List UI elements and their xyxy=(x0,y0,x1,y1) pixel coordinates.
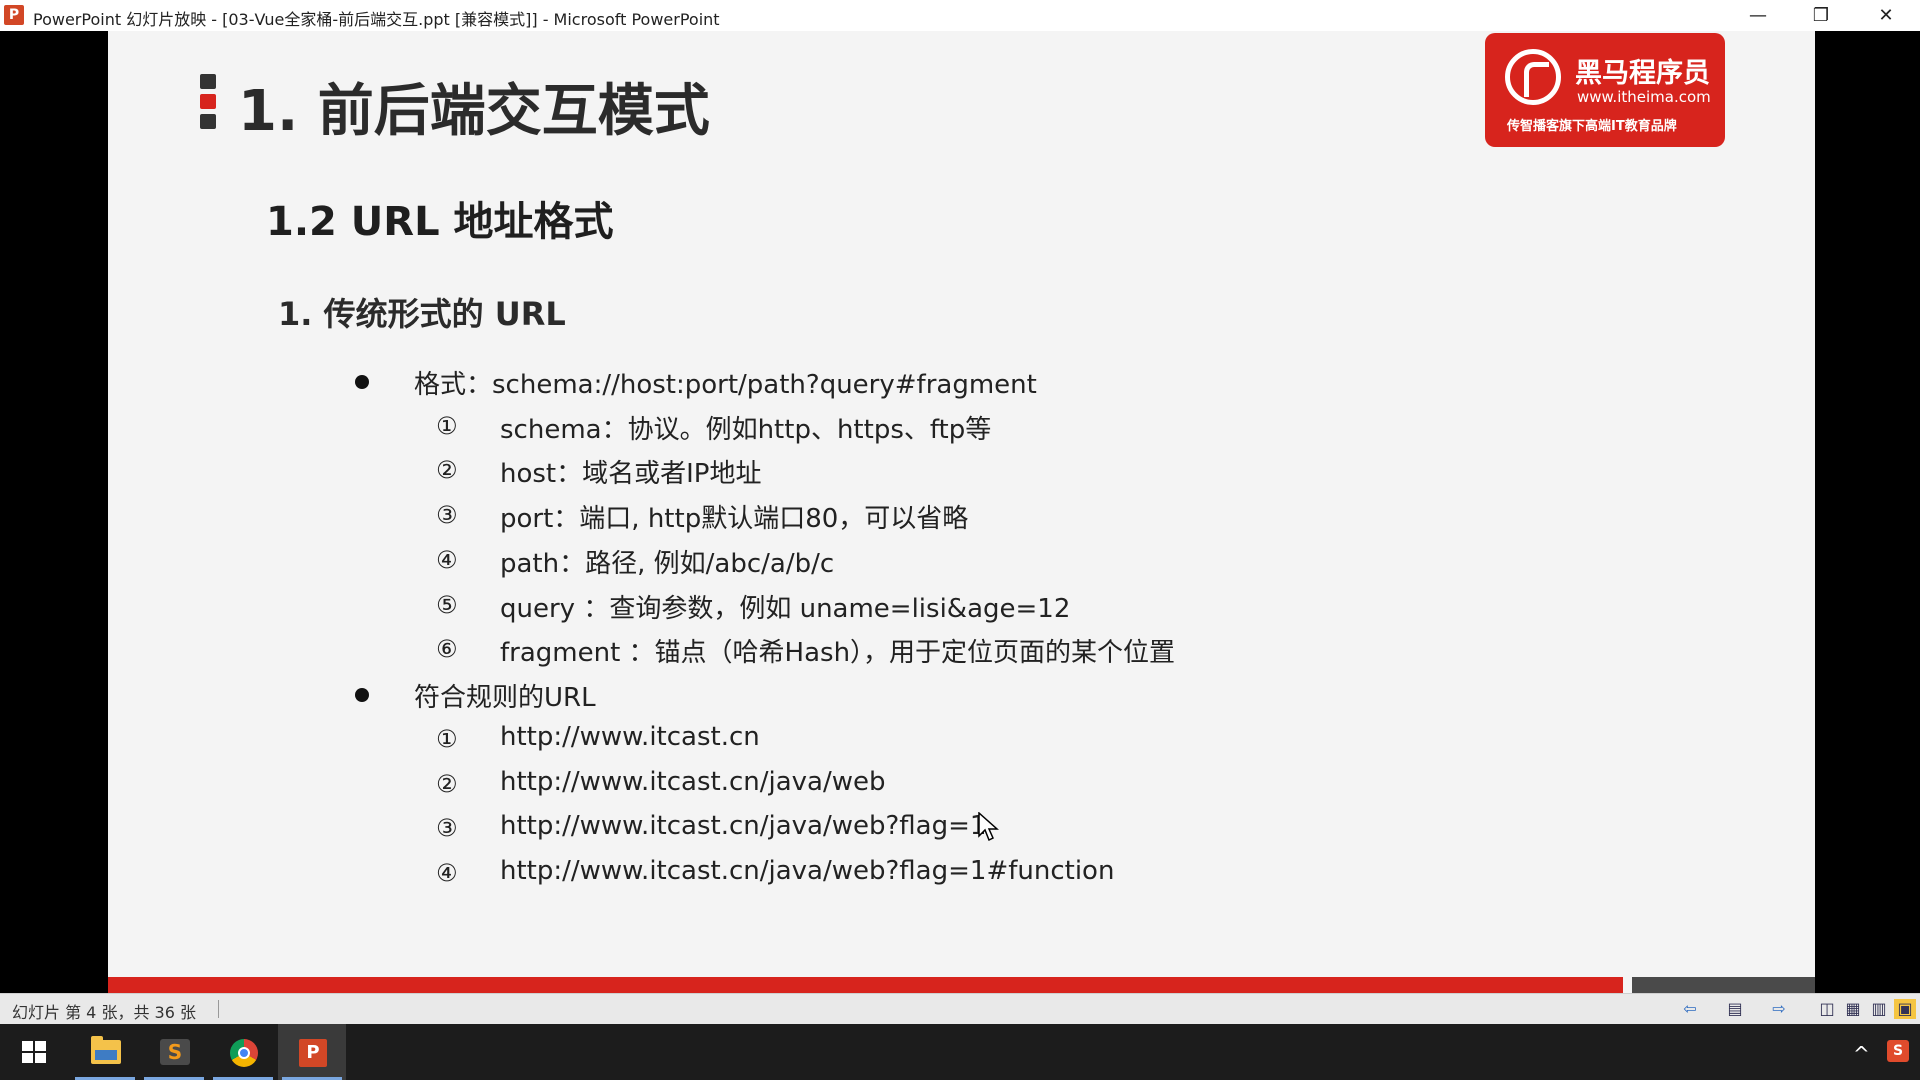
list-item: http://www.itcast.cn/java/web xyxy=(500,767,886,797)
window-title: PowerPoint 幻灯片放映 - [03-Vue全家桶-前后端交互.ppt … xyxy=(33,10,720,29)
slideshow-letterbox-right xyxy=(1815,31,1920,993)
title-bar: P PowerPoint 幻灯片放映 - [03-Vue全家桶-前后端交互.pp… xyxy=(0,0,1920,31)
bullet-dot-icon xyxy=(355,688,369,702)
list-item: port：端口, http默认端口80，可以省略 xyxy=(500,504,969,534)
taskbar-chrome[interactable] xyxy=(209,1024,277,1080)
status-divider xyxy=(218,1000,219,1018)
status-bar: 幻灯片 第 4 张，共 36 张 ⇦ ▤ ⇨ ◫ ▦ ▥ ▣ xyxy=(0,993,1920,1024)
tray-sogou-icon[interactable]: S xyxy=(1887,1040,1909,1062)
list-item: path：路径, 例如/abc/a/b/c xyxy=(500,549,835,579)
file-explorer-icon xyxy=(91,1036,121,1064)
slide[interactable]: 1. 前后端交互模式 黑马程序员 www.itheima.com 传智播客旗下高… xyxy=(108,31,1815,993)
powerpoint-app-icon[interactable]: P xyxy=(4,5,24,25)
normal-view-icon[interactable]: ◫ xyxy=(1816,999,1838,1019)
bullet-valid-urls: 符合规则的URL xyxy=(414,683,596,713)
sublime-text-icon: S xyxy=(160,1039,190,1065)
list-number: ⑥ xyxy=(436,635,458,663)
slide-counter: 幻灯片 第 4 张，共 36 张 xyxy=(12,1003,196,1022)
section-heading: 1. 传统形式的 URL xyxy=(278,295,566,333)
list-item: query ：查询参数，例如 uname=lisi&age=12 xyxy=(500,594,1071,624)
forward-arrow-icon[interactable]: ⇨ xyxy=(1768,999,1790,1019)
itheima-logo: 黑马程序员 www.itheima.com 传智播客旗下高端IT教育品牌 xyxy=(1485,33,1725,147)
minimize-button[interactable]: — xyxy=(1727,0,1789,31)
list-item: host：域名或者IP地址 xyxy=(500,459,762,489)
footer-gray-band xyxy=(1632,977,1815,993)
logo-brand: 黑马程序员 xyxy=(1575,58,1710,89)
slide-sorter-icon[interactable]: ▦ xyxy=(1842,999,1864,1019)
restore-button[interactable]: ❐ xyxy=(1790,0,1852,31)
list-number: ④ xyxy=(436,546,458,574)
list-item: http://www.itcast.cn xyxy=(500,722,760,752)
slide-title: 1. 前后端交互模式 xyxy=(238,79,710,144)
taskbar-powerpoint[interactable]: P xyxy=(278,1024,346,1080)
slideshow-letterbox-left xyxy=(0,31,108,993)
reading-view-icon[interactable]: ▥ xyxy=(1868,999,1890,1019)
back-arrow-icon[interactable]: ⇦ xyxy=(1679,999,1701,1019)
windows-start-icon xyxy=(22,1041,46,1063)
list-number: ④ xyxy=(436,859,458,887)
tray-overflow-chevron-icon[interactable]: ^ xyxy=(1853,1042,1870,1066)
list-number: ② xyxy=(436,770,458,798)
start-button[interactable] xyxy=(0,1024,68,1080)
list-number: ⑤ xyxy=(436,591,458,619)
list-item: http://www.itcast.cn/java/web?flag=1#fun… xyxy=(500,856,1115,886)
list-number: ① xyxy=(436,725,458,753)
slideshow-icon[interactable]: ▣ xyxy=(1894,999,1916,1019)
footer-red-band xyxy=(108,977,1623,993)
list-item: http://www.itcast.cn/java/web?flag=1 xyxy=(500,811,987,841)
slide-subtitle: 1.2 URL 地址格式 xyxy=(266,199,614,245)
logo-tagline: 传智播客旗下高端IT教育品牌 xyxy=(1507,119,1677,134)
taskbar-sublime-text[interactable]: S xyxy=(140,1024,208,1080)
list-item: schema：协议。例如http、https、ftp等 xyxy=(500,415,992,445)
notes-icon[interactable]: ▤ xyxy=(1724,999,1746,1019)
horse-emblem-icon xyxy=(1505,49,1561,105)
taskbar: S P ^ S xyxy=(0,1024,1920,1080)
list-item: fragment ：锚点（哈希Hash），用于定位页面的某个位置 xyxy=(500,638,1176,668)
list-number: ① xyxy=(436,412,458,440)
mouse-cursor-icon xyxy=(978,811,1000,842)
close-button[interactable]: ✕ xyxy=(1855,0,1917,31)
list-number: ③ xyxy=(436,501,458,529)
list-number: ② xyxy=(436,456,458,484)
title-marker-icon xyxy=(200,74,216,134)
powerpoint-icon: P xyxy=(299,1039,327,1067)
bullet-dot-icon xyxy=(355,375,369,389)
chrome-icon xyxy=(230,1039,258,1067)
list-number: ③ xyxy=(436,814,458,842)
logo-url: www.itheima.com xyxy=(1577,88,1711,106)
bullet-format: 格式：schema://host:port/path?query#fragmen… xyxy=(414,370,1037,400)
taskbar-file-explorer[interactable] xyxy=(71,1024,139,1080)
